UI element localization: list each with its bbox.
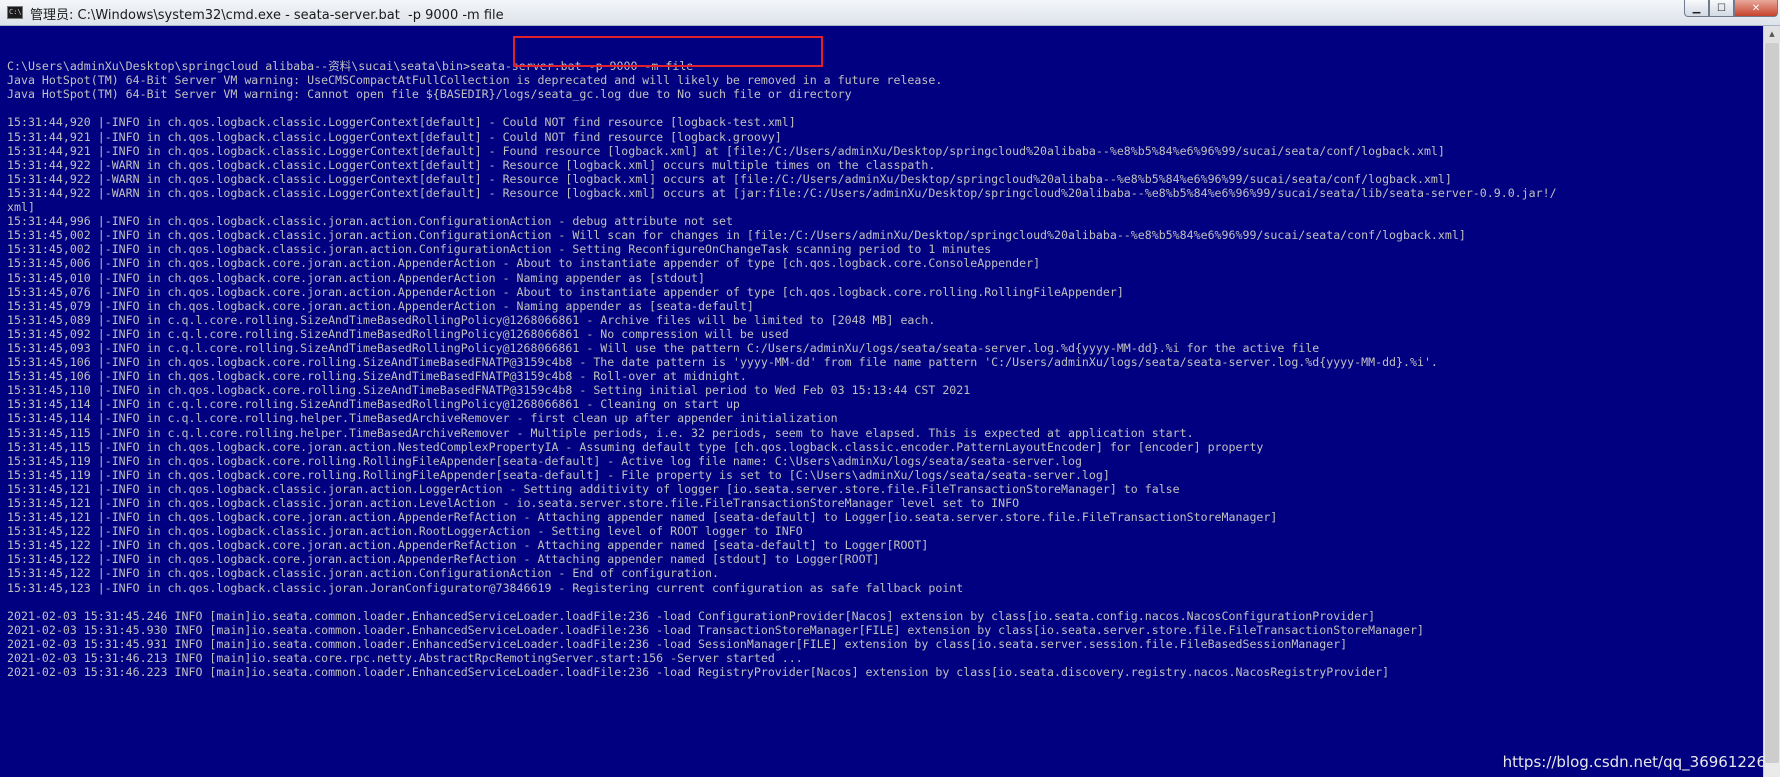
console-line: Java HotSpot(TM) 64-Bit Server VM warnin… xyxy=(7,87,852,102)
console-line: 15:31:45,089 |-INFO in c.q.l.core.rollin… xyxy=(7,312,936,327)
console-line: 2021-02-03 15:31:46.223 INFO [main]io.se… xyxy=(7,665,1390,680)
console-line: 15:31:45,079 |-INFO in ch.qos.logback.co… xyxy=(7,298,754,313)
console-line: 15:31:45,092 |-INFO in c.q.l.core.rollin… xyxy=(7,326,789,341)
console-line: 15:31:45,106 |-INFO in ch.qos.logback.co… xyxy=(7,369,747,384)
vertical-scrollbar[interactable]: ▲ xyxy=(1763,26,1780,777)
maximize-button[interactable]: ☐ xyxy=(1709,0,1734,17)
console-line: 15:31:45,119 |-INFO in ch.qos.logback.co… xyxy=(7,453,1082,468)
console-line: 15:31:45,114 |-INFO in c.q.l.core.rollin… xyxy=(7,397,740,412)
console-line: 15:31:45,121 |-INFO in ch.qos.logback.co… xyxy=(7,510,1278,525)
console-output[interactable]: C:\Users\adminXu\Desktop\springcloud ali… xyxy=(7,45,1767,777)
console-line: 2021-02-03 15:31:45.246 INFO [main]io.se… xyxy=(7,608,1376,623)
watermark-text: https://blog.csdn.net/qq_36961226 xyxy=(1502,753,1766,771)
console-line: 15:31:44,996 |-INFO in ch.qos.logback.cl… xyxy=(7,214,733,229)
window-title: 管理员: C:\Windows\system32\cmd.exe - seata… xyxy=(30,8,504,23)
console-line: 15:31:45,122 |-INFO in ch.qos.logback.cl… xyxy=(7,524,803,539)
console-line: 15:31:44,922 |-WARN in ch.qos.logback.cl… xyxy=(7,185,1557,200)
console-line: 15:31:45,093 |-INFO in c.q.l.core.rollin… xyxy=(7,340,1320,355)
window-titlebar[interactable]: C:\ 管理员: C:\Windows\system32\cmd.exe - s… xyxy=(0,0,1780,26)
console-line: 15:31:44,922 |-WARN in ch.qos.logback.cl… xyxy=(7,157,936,172)
console-line: 15:31:45,002 |-INFO in ch.qos.logback.cl… xyxy=(7,242,992,257)
console-line: C:\Users\adminXu\Desktop\springcloud ali… xyxy=(7,59,694,74)
console-line: 15:31:45,010 |-INFO in ch.qos.logback.co… xyxy=(7,270,706,285)
console-line: 15:31:45,076 |-INFO in ch.qos.logback.co… xyxy=(7,284,1124,299)
minimize-button[interactable]: ▁ xyxy=(1684,0,1709,17)
console-line: 15:31:44,920 |-INFO in ch.qos.logback.cl… xyxy=(7,115,796,130)
scrollbar-thumb[interactable] xyxy=(1765,43,1779,763)
console-line: 15:31:45,114 |-INFO in c.q.l.core.rollin… xyxy=(7,411,838,426)
console-line: 15:31:45,115 |-INFO in c.q.l.core.rollin… xyxy=(7,425,1194,440)
console-line: 2021-02-03 15:31:46.213 INFO [main]io.se… xyxy=(7,651,803,666)
console-line: Java HotSpot(TM) 64-Bit Server VM warnin… xyxy=(7,73,943,88)
scroll-up-arrow-icon[interactable]: ▲ xyxy=(1764,26,1780,43)
console-line: 15:31:45,122 |-INFO in ch.qos.logback.co… xyxy=(7,552,880,567)
console-line: 15:31:45,123 |-INFO in ch.qos.logback.cl… xyxy=(7,580,964,595)
console-line: 15:31:45,110 |-INFO in ch.qos.logback.co… xyxy=(7,383,971,398)
console-line: 2021-02-03 15:31:45.931 INFO [main]io.se… xyxy=(7,636,1348,651)
console-line: 15:31:44,921 |-INFO in ch.qos.logback.cl… xyxy=(7,129,782,144)
console-line: 15:31:44,921 |-INFO in ch.qos.logback.cl… xyxy=(7,143,1445,158)
console-line: 15:31:45,115 |-INFO in ch.qos.logback.co… xyxy=(7,439,1264,454)
close-button[interactable]: ✕ xyxy=(1734,0,1778,17)
console-line: 15:31:45,121 |-INFO in ch.qos.logback.cl… xyxy=(7,481,1180,496)
console-line: 15:31:45,106 |-INFO in ch.qos.logback.co… xyxy=(7,355,1438,370)
window-controls: ▁ ☐ ✕ xyxy=(1684,0,1778,18)
console-line: 2021-02-03 15:31:45.930 INFO [main]io.se… xyxy=(7,622,1424,637)
console-line: 15:31:45,121 |-INFO in ch.qos.logback.cl… xyxy=(7,496,1020,510)
console-line: 15:31:45,119 |-INFO in ch.qos.logback.co… xyxy=(7,467,1110,482)
console-line: 15:31:45,002 |-INFO in ch.qos.logback.cl… xyxy=(7,228,1466,243)
console-line: 15:31:45,006 |-INFO in ch.qos.logback.co… xyxy=(7,256,1041,271)
command-highlight-box xyxy=(513,36,823,67)
console-line: xml] xyxy=(7,200,35,215)
console-line: 15:31:45,122 |-INFO in ch.qos.logback.cl… xyxy=(7,566,719,581)
cmd-icon: C:\ xyxy=(7,6,23,19)
console-line: 15:31:45,122 |-INFO in ch.qos.logback.co… xyxy=(7,538,929,553)
console-line: 15:31:44,922 |-WARN in ch.qos.logback.cl… xyxy=(7,171,1452,186)
